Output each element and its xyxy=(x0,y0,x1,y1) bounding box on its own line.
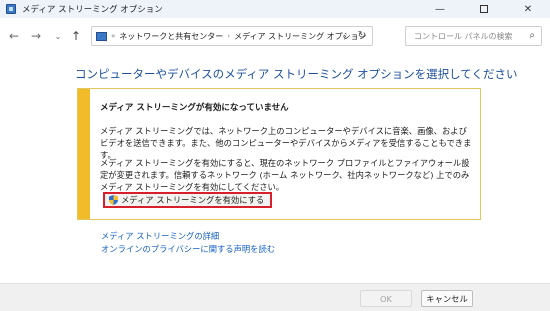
breadcrumb-arrow-icon[interactable]: › xyxy=(227,32,230,40)
privacy-statement-link[interactable]: オンラインのプライバシーに関する声明を読む xyxy=(101,243,275,255)
arrow-right-icon: → xyxy=(30,29,42,43)
search-icon[interactable]: ⌕ xyxy=(529,30,535,41)
minimize-button[interactable]: — xyxy=(418,0,462,18)
up-button[interactable]: ↑ xyxy=(68,28,84,44)
close-icon: ✕ xyxy=(523,3,533,15)
forward-button[interactable]: → xyxy=(28,28,44,44)
ok-button[interactable]: OK xyxy=(360,290,412,307)
window-title: メディア ストリーミング オプション xyxy=(22,5,163,15)
control-panel-icon xyxy=(96,31,107,41)
warning-stripe xyxy=(78,89,90,219)
cancel-button[interactable]: キャンセル xyxy=(421,290,473,307)
chevron-down-icon: ⌄ xyxy=(54,31,62,41)
description-paragraph: メディア ストリーミングでは、ネットワーク上のコンピューターやデバイスに音楽、画… xyxy=(100,126,472,160)
maximize-icon xyxy=(480,5,488,13)
warning-paragraph: メディア ストリーミングを有効にすると、現在のネットワーク プロファイルとファイ… xyxy=(100,158,470,192)
enable-media-streaming-button[interactable]: メディア ストリーミングを有効にする xyxy=(103,192,273,208)
arrow-up-icon: ↑ xyxy=(70,29,82,43)
recent-locations-button[interactable]: ⌄ xyxy=(50,28,66,44)
breadcrumb-network-center[interactable]: ネットワークと共有センター xyxy=(119,31,223,42)
minimize-icon: — xyxy=(435,3,445,15)
uac-shield-icon xyxy=(109,195,118,205)
back-button[interactable]: ← xyxy=(6,28,22,44)
search-box[interactable]: ⌕ xyxy=(405,26,542,46)
arrow-left-icon: ← xyxy=(8,29,20,43)
address-bar[interactable]: « ネットワークと共有センター › メディア ストリーミング オプション ⌄ ↻ xyxy=(91,26,373,46)
refresh-icon[interactable]: ↻ xyxy=(358,30,366,41)
maximize-button[interactable] xyxy=(462,0,506,18)
overflow-chevron-icon[interactable]: « xyxy=(111,32,115,40)
enable-button-label: メディア ストリーミングを有効にする xyxy=(121,195,265,205)
close-button[interactable]: ✕ xyxy=(506,0,550,18)
control-panel-icon xyxy=(6,4,16,14)
media-streaming-details-link[interactable]: メディア ストリーミングの詳細 xyxy=(101,230,219,242)
navigation-bar: ← → ⌄ ↑ « ネットワークと共有センター › メディア ストリーミング オ… xyxy=(0,18,550,54)
address-dropdown-icon[interactable]: ⌄ xyxy=(341,31,348,40)
dialog-footer: OK キャンセル xyxy=(0,283,550,311)
search-input[interactable] xyxy=(414,31,519,41)
warning-title: メディア ストリーミングが有効になっていません xyxy=(100,103,289,113)
warning-panel: メディア ストリーミングが有効になっていません メディア ストリーミングでは、ネ… xyxy=(77,88,481,220)
page-title: コンピューターやデバイスのメディア ストリーミング オプションを選択してください xyxy=(75,67,518,81)
